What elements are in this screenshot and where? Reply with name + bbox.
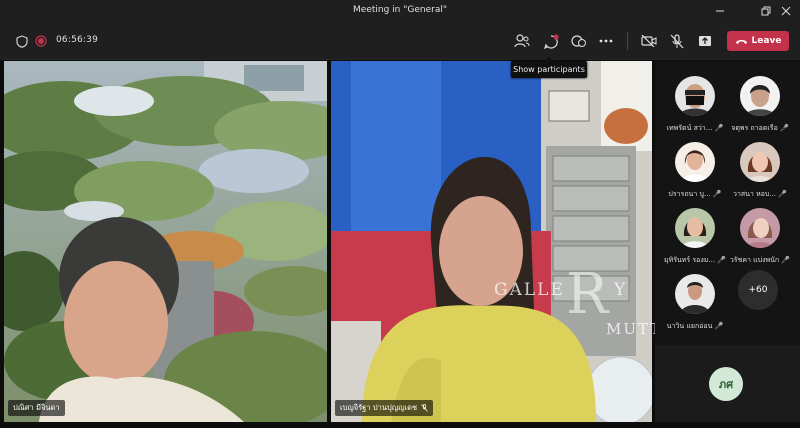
video-feed [4, 61, 327, 422]
avatar [675, 142, 715, 182]
participant-name: มุทิรันทร์ รองม... [664, 256, 716, 264]
participant-name: จตุพร ถาอดเรือ [731, 124, 778, 132]
participant-name: วรัชคา แบ่งพนัก [729, 256, 780, 264]
reactions-button[interactable] [569, 32, 589, 50]
title-bar: Meeting in "General" [0, 0, 800, 22]
participant-name: นาวิน แยกอ่อน [666, 322, 713, 330]
video-feed [331, 61, 652, 422]
microphone-button[interactable] [668, 32, 686, 50]
participant-name: วาสนา หอบ... [733, 190, 777, 198]
close-icon [781, 6, 791, 16]
camera-off-icon [641, 35, 657, 47]
video-tile[interactable]: ปณิศา มีจินดา [4, 61, 327, 422]
more-participants-button[interactable]: +60 [738, 270, 778, 310]
gallery-watermark: GALLE R Y MUTT [494, 262, 660, 338]
leave-button[interactable]: Leave [727, 31, 789, 51]
leave-label: Leave [751, 36, 782, 46]
meeting-timer: 06:56:39 [56, 35, 99, 45]
more-icon [599, 39, 613, 43]
chat-button[interactable] [541, 32, 561, 50]
phone-hangup-icon [735, 39, 747, 44]
participant-name: เทพรัตน์ สว่า... [666, 124, 713, 132]
share-screen-icon [699, 36, 711, 46]
avatar [675, 76, 715, 116]
avatar [675, 208, 715, 248]
participant-card[interactable]: นาวิน แยกอ่อน 🎤 [660, 271, 730, 337]
participant-name-tag: ปณิศา มีจินดา [8, 400, 65, 416]
participant-name: เบญจิรัฐา ปานปุญญเดช [340, 403, 418, 412]
self-view: ภศ [655, 345, 800, 422]
meeting-toolbar: 06:56:39 Leave [0, 22, 800, 60]
avatar [740, 142, 780, 182]
avatar [675, 274, 715, 314]
participant-name: ปณิศา มีจินดา [13, 403, 60, 412]
shield-icon [14, 32, 30, 50]
participants-tooltip: Show participants [511, 57, 587, 78]
close-button[interactable] [772, 0, 800, 22]
recording-icon [34, 32, 48, 50]
watermark-letter: R [566, 262, 609, 327]
people-icon [514, 34, 530, 48]
microphone-off-icon [670, 33, 684, 48]
participant-card[interactable]: วรัชคา แบ่งพนัก 🎤 [725, 205, 795, 271]
self-avatar: ภศ [709, 367, 743, 401]
video-tile[interactable]: เบญจิรัฐา ปานปุญญเดช [331, 61, 652, 422]
share-button[interactable] [696, 32, 714, 50]
participant-card[interactable]: จตุพร ถาอดเรือ 🎤 [725, 73, 795, 139]
minimize-button[interactable] [706, 0, 734, 22]
participant-card[interactable]: มุทิรันทร์ รองม... 🎤 [660, 205, 730, 271]
toolbar-divider [627, 32, 628, 50]
avatar [740, 208, 780, 248]
window-title: Meeting in "General" [353, 5, 447, 15]
watermark-text-bottom: MUTT [606, 320, 663, 338]
participant-card[interactable]: เทพรัตน์ สว่า... 🎤 [660, 73, 730, 139]
participants-button[interactable] [512, 32, 532, 50]
watermark-text-mid: Y [614, 280, 628, 300]
avatar [740, 76, 780, 116]
reactions-icon [571, 35, 586, 47]
participant-card[interactable]: ปรารถนา บู... 🎤 [660, 139, 730, 205]
more-actions-button[interactable] [597, 32, 615, 50]
participant-name: ปรารถนา บู... [668, 190, 711, 198]
microphone-off-icon [421, 404, 428, 412]
participant-name-tag: เบญจิรัฐา ปานปุญญเดช [335, 400, 434, 416]
participant-card[interactable]: วาสนา หอบ... 🎤 [725, 139, 795, 205]
minimize-icon [716, 10, 724, 12]
chat-icon [544, 33, 559, 49]
watermark-text-top: GALLE [494, 280, 565, 300]
restore-icon [761, 6, 771, 16]
camera-button[interactable] [639, 32, 659, 50]
